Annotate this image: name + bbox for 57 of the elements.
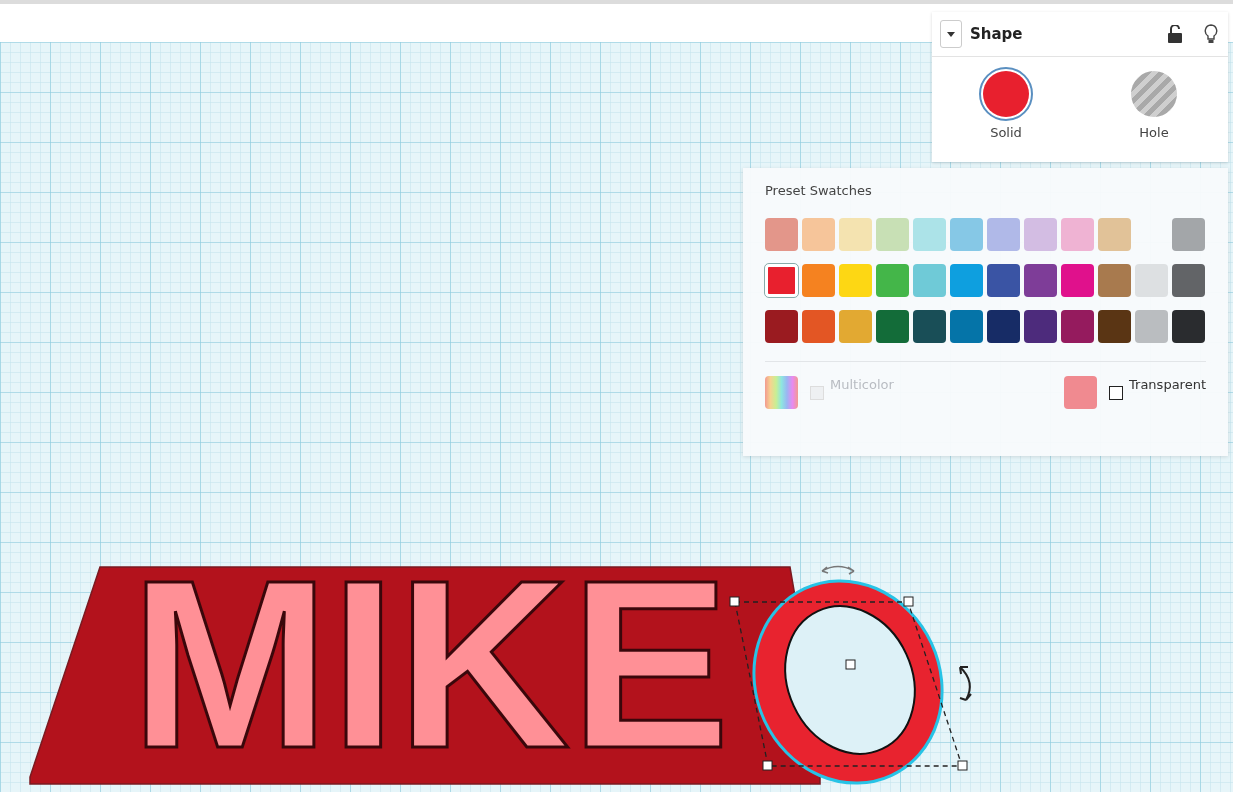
mode-label: Solid (990, 125, 1022, 140)
color-swatch[interactable] (987, 218, 1020, 251)
color-swatch[interactable] (950, 218, 983, 251)
color-swatch[interactable] (1024, 264, 1057, 297)
color-swatch[interactable] (765, 310, 798, 343)
color-swatch[interactable] (1135, 264, 1168, 297)
custom-color-swatch[interactable] (1064, 376, 1098, 409)
color-swatch[interactable] (913, 310, 946, 343)
color-swatch[interactable] (1061, 310, 1094, 343)
transparent-checkbox[interactable] (1109, 386, 1124, 400)
color-swatch[interactable] (1024, 310, 1057, 343)
color-swatch[interactable] (1098, 264, 1131, 297)
resize-handle[interactable] (762, 760, 773, 771)
padlock-icon[interactable] (1168, 25, 1182, 43)
color-swatch[interactable] (1024, 218, 1057, 251)
checkbox-label: Multicolor (830, 377, 894, 392)
color-swatch[interactable] (802, 310, 835, 343)
color-swatch[interactable] (950, 264, 983, 297)
color-swatch[interactable] (987, 264, 1020, 297)
color-swatch[interactable] (1172, 218, 1205, 251)
resize-handle[interactable] (903, 596, 914, 607)
mode-label: Hole (1139, 125, 1169, 140)
color-swatch[interactable] (913, 218, 946, 251)
color-swatch[interactable] (1172, 310, 1205, 343)
checkbox-label: Transparent (1129, 377, 1206, 392)
popup-title: Preset Swatches (765, 183, 873, 198)
color-swatch[interactable] (1098, 218, 1131, 251)
model-text[interactable]: MIKE (130, 530, 730, 792)
collapse-button[interactable] (940, 20, 962, 48)
multicolor-swatch[interactable] (765, 376, 798, 409)
lightbulb-icon[interactable] (1204, 24, 1218, 44)
color-swatch[interactable] (1061, 218, 1094, 251)
mode-option[interactable] (979, 67, 1033, 121)
rotate-arrow-icon[interactable] (959, 666, 972, 701)
caret-icon (947, 31, 955, 37)
resize-handle[interactable] (957, 760, 968, 771)
color-swatch[interactable] (1135, 310, 1168, 343)
color-swatch[interactable] (950, 310, 983, 343)
color-swatch[interactable] (839, 264, 872, 297)
color-swatch[interactable] (876, 310, 909, 343)
color-swatch[interactable] (802, 218, 835, 251)
color-swatch[interactable] (876, 264, 909, 297)
color-swatch[interactable] (1172, 264, 1205, 297)
color-swatch[interactable] (1098, 310, 1131, 343)
panel-title: Shape (970, 25, 1024, 43)
height-handle[interactable] (845, 659, 856, 670)
color-swatch[interactable] (839, 218, 872, 251)
resize-handle[interactable] (729, 596, 740, 607)
color-swatch[interactable] (987, 310, 1020, 343)
color-swatch[interactable] (802, 264, 835, 297)
ring-model[interactable] (752, 579, 944, 785)
color-swatch[interactable] (876, 218, 909, 251)
color-swatch[interactable] (839, 310, 872, 343)
color-swatch[interactable] (913, 264, 946, 297)
color-swatch[interactable] (765, 264, 798, 297)
color-swatch[interactable] (765, 218, 798, 251)
color-swatch[interactable] (1061, 264, 1094, 297)
